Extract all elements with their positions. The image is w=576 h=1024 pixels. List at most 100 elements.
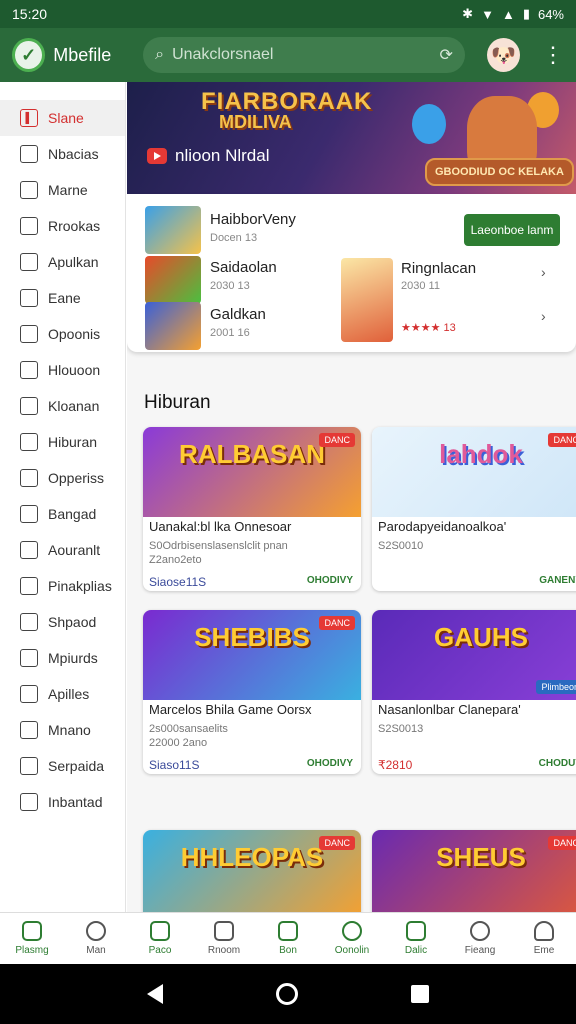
avatar[interactable]: 🐶 bbox=[486, 38, 520, 72]
game-card[interactable]: SHEUS DANC bbox=[372, 830, 576, 912]
install-button[interactable]: Laeonboe lanm bbox=[464, 214, 560, 246]
card-price: ₹2810 bbox=[378, 758, 413, 772]
nav-item-box[interactable]: Bon bbox=[256, 913, 320, 964]
more-menu-icon[interactable]: ⋮ bbox=[542, 42, 564, 68]
card-tag: DANC bbox=[319, 836, 355, 850]
balloon-decor bbox=[412, 104, 446, 144]
card-icon bbox=[20, 613, 38, 631]
sidebar-item-14[interactable]: Shpaod bbox=[0, 604, 125, 640]
nav-item-doc[interactable]: Rnoom bbox=[192, 913, 256, 964]
featured-app-title[interactable]: HaibborVeny bbox=[210, 211, 296, 228]
chevron-right-icon[interactable]: › bbox=[541, 264, 546, 280]
recent-apps-icon[interactable] bbox=[411, 985, 430, 1003]
sidebar-item-13[interactable]: Pinakplias bbox=[0, 568, 125, 604]
nav-label: Rnoom bbox=[207, 945, 241, 956]
nav-item-feed[interactable]: Fieang bbox=[448, 913, 512, 964]
app-thumbnail[interactable] bbox=[341, 258, 393, 342]
nav-label: Dalic bbox=[404, 945, 428, 956]
featured-app-sub: 2001 16 bbox=[210, 327, 250, 339]
sidebar-item-10[interactable]: Opperiss bbox=[0, 460, 125, 496]
nav-label: Plasmg bbox=[15, 945, 49, 956]
tag-icon bbox=[20, 649, 38, 667]
sidebar-item-4[interactable]: Apulkan bbox=[0, 244, 125, 280]
sidebar-item-3[interactable]: Rrookas bbox=[0, 208, 125, 244]
status-icons: ✱ ▼ ▲ ▮ 64% bbox=[462, 6, 564, 22]
sidebar-item-9[interactable]: Hiburan bbox=[0, 424, 125, 460]
people-icon bbox=[20, 361, 38, 379]
sidebar-item-17[interactable]: Mnano bbox=[0, 712, 125, 748]
game-card[interactable]: SHEBIBS DANC Marcelos Bhila Game Oorsx 2… bbox=[143, 610, 361, 774]
refresh-icon[interactable]: ⟳ bbox=[440, 45, 453, 65]
card-price: Siaso11S bbox=[149, 758, 200, 772]
chevron-right-icon[interactable]: › bbox=[541, 308, 546, 324]
card-cta[interactable]: OHODIVY bbox=[307, 758, 353, 769]
section-title: Hiburan bbox=[144, 392, 211, 413]
app-thumbnail[interactable] bbox=[145, 256, 201, 304]
sidebar-item-18[interactable]: Serpaida bbox=[0, 748, 125, 784]
card-art-text: lahdok bbox=[439, 439, 523, 469]
search-bar[interactable]: ⌕ ⟳ bbox=[143, 37, 465, 73]
sidebar-item-label: Mpiurds bbox=[48, 650, 98, 666]
sidebar-item-6[interactable]: Opoonis bbox=[0, 316, 125, 352]
status-bar: 15:20 ✱ ▼ ▲ ▮ 64% bbox=[0, 0, 576, 28]
search-input[interactable] bbox=[172, 46, 440, 64]
game-card[interactable]: HHLEOPAS DANC bbox=[143, 830, 361, 912]
featured-app-title[interactable]: Galdkan bbox=[210, 306, 266, 323]
sidebar-item-2[interactable]: Marne bbox=[0, 172, 125, 208]
sidebar-item-5[interactable]: Eane bbox=[0, 280, 125, 316]
sidebar-item-19[interactable]: Inbantad bbox=[0, 784, 125, 820]
nav-item-chat[interactable]: Paco bbox=[128, 913, 192, 964]
home-button-icon[interactable] bbox=[275, 983, 298, 1005]
featured-panel: HaibborVeny Docen 13 Laeonboe lanm Saida… bbox=[127, 194, 576, 352]
bar-chart-icon: ▌ bbox=[20, 109, 38, 127]
sidebar-item-16[interactable]: Apilles bbox=[0, 676, 125, 712]
sidebar-item-7[interactable]: Hlouoon bbox=[0, 352, 125, 388]
game-card[interactable]: RALBASAN DANC Uanakal:bl lka Onnesoar S0… bbox=[143, 427, 361, 591]
card-price: Siaose11S bbox=[149, 575, 207, 589]
card-tag: DANC bbox=[319, 616, 355, 630]
back-icon[interactable] bbox=[146, 984, 163, 1004]
card-cta[interactable]: GANENY bbox=[539, 575, 576, 586]
nav-item-home[interactable]: Plasmg bbox=[0, 913, 64, 964]
app-thumbnail[interactable] bbox=[145, 206, 201, 254]
sidebar-item-label: Slane bbox=[48, 110, 84, 126]
hero-channel[interactable]: nlioon Nlrdal bbox=[147, 146, 270, 166]
sidebar-item-1[interactable]: Nbacias bbox=[0, 136, 125, 172]
sidebar-item-label: Inbantad bbox=[48, 794, 103, 810]
featured-app-title[interactable]: Saidaolan bbox=[210, 259, 277, 276]
sidebar-item-0[interactable]: ▌ Slane bbox=[0, 100, 125, 136]
nav-item-profile[interactable]: Eme bbox=[512, 913, 576, 964]
sidebar-item-8[interactable]: Kloanan bbox=[0, 388, 125, 424]
nav-item-search[interactable]: Man bbox=[64, 913, 128, 964]
home-icon bbox=[22, 921, 42, 941]
sidebar-item-label: Eane bbox=[48, 290, 81, 306]
game-card[interactable]: GAUHS Plimbeon Nasanlonlbar Clanepara' S… bbox=[372, 610, 576, 774]
card-title: Parodapyeidanoalkoa' bbox=[378, 519, 507, 534]
featured-app-title[interactable]: Ringnlacan bbox=[401, 260, 476, 277]
chat-icon bbox=[150, 921, 170, 941]
card-cta[interactable]: OHODIVY bbox=[307, 575, 353, 586]
sidebar-item-label: Pinakplias bbox=[48, 578, 112, 594]
nav-item-folder[interactable]: Dalic bbox=[384, 913, 448, 964]
card-title: Nasanlonlbar Clanepara' bbox=[378, 702, 521, 717]
feed-icon bbox=[470, 921, 490, 941]
card-cta[interactable]: CHODUV bbox=[539, 758, 576, 769]
sidebar-item-12[interactable]: Aouranlt bbox=[0, 532, 125, 568]
nav-label: Oonolin bbox=[334, 945, 370, 956]
game-card[interactable]: lahdok DANC Parodapyeidanoalkoa' S2S0010… bbox=[372, 427, 576, 591]
book-icon bbox=[20, 145, 38, 163]
pen-icon bbox=[20, 757, 38, 775]
sidebar-item-11[interactable]: Bangad bbox=[0, 496, 125, 532]
sidebar-item-15[interactable]: Mpiurds bbox=[0, 640, 125, 676]
hero-subtitle: MDILIVA bbox=[219, 112, 292, 132]
featured-app-sub: 2030 11 bbox=[401, 280, 440, 292]
sidebar-item-label: Opperiss bbox=[48, 470, 105, 486]
app-thumbnail[interactable] bbox=[145, 302, 201, 350]
system-nav-bar bbox=[0, 964, 576, 1024]
youtube-icon bbox=[147, 148, 167, 164]
hero-banner[interactable]: FIARBORAAK MDILIVA nlioon Nlrdal GBOODIU… bbox=[127, 82, 576, 194]
nav-item-globe[interactable]: Oonolin bbox=[320, 913, 384, 964]
box-icon bbox=[278, 921, 298, 941]
app-logo-icon[interactable]: ✓ bbox=[12, 38, 46, 72]
nav-label: Fieang bbox=[464, 945, 496, 956]
